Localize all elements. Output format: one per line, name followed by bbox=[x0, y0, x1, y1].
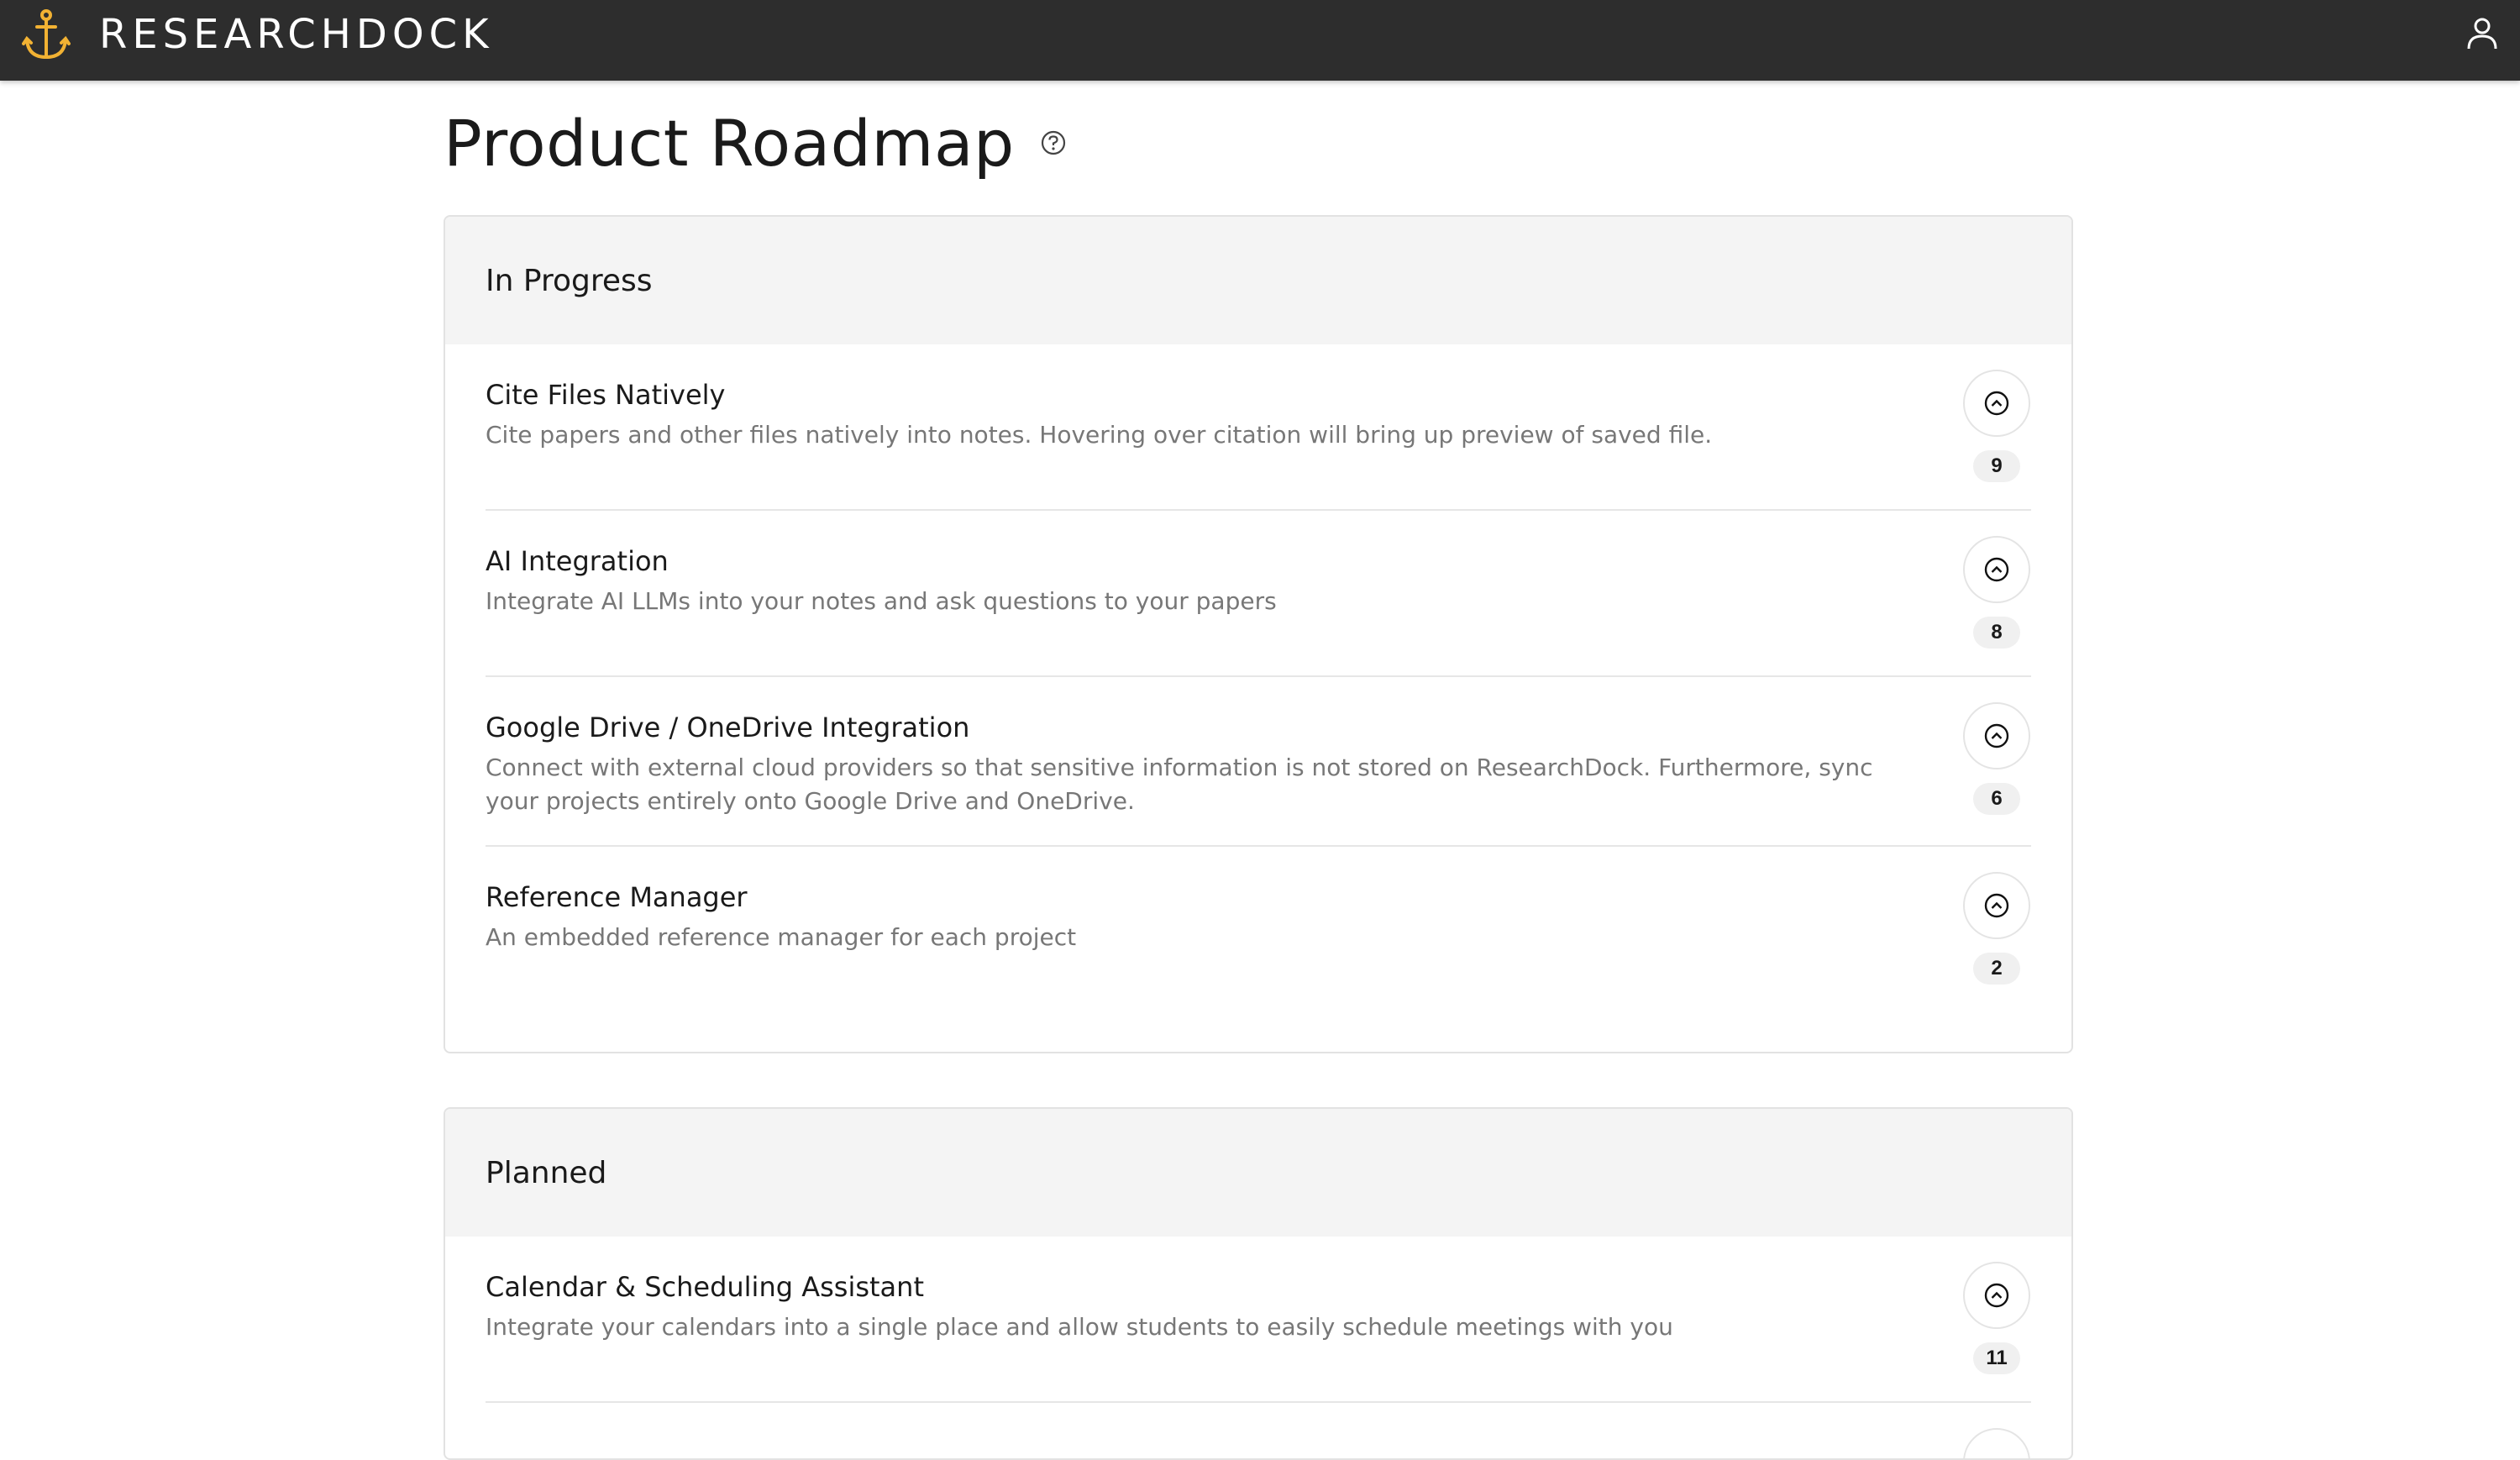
roadmap-item: Calendar & Scheduling Assistant Integrat… bbox=[486, 1237, 2031, 1403]
roadmap-list: Cite Files Natively Cite papers and othe… bbox=[445, 344, 2071, 1052]
roadmap-item: Reference Manager An embedded reference … bbox=[486, 847, 2031, 1052]
brand-name[interactable]: RESEARCHDOCK bbox=[99, 8, 494, 60]
vote-count: 2 bbox=[1973, 953, 2020, 985]
item-title: Cite Files Natively bbox=[486, 379, 726, 411]
section-in-progress: In Progress Cite Files Natively Cite pap… bbox=[444, 215, 2073, 1053]
upvote-button[interactable] bbox=[1963, 1262, 2030, 1329]
question-circle-icon[interactable] bbox=[1040, 129, 1067, 156]
page-title: Product Roadmap bbox=[444, 105, 1015, 181]
upvote-button[interactable] bbox=[1963, 872, 2030, 939]
chevron-up-circle-icon bbox=[1984, 723, 2009, 748]
roadmap-item: Google Drive / OneDrive Integration Conn… bbox=[486, 677, 2031, 847]
item-description: Connect with external cloud providers so… bbox=[486, 754, 1873, 815]
item-title: Google Drive / OneDrive Integration bbox=[486, 712, 970, 743]
section-planned: Planned Calendar & Scheduling Assistant … bbox=[444, 1107, 2073, 1460]
vote-count: 8 bbox=[1973, 617, 2020, 649]
upvote-button[interactable] bbox=[1963, 370, 2030, 437]
section-title: Planned bbox=[486, 1155, 607, 1190]
upvote-button[interactable] bbox=[1963, 702, 2030, 769]
vote-count: 6 bbox=[1973, 783, 2020, 815]
vote-widget: 6 bbox=[1962, 702, 2031, 815]
roadmap-item bbox=[486, 1403, 2031, 1458]
section-title: In Progress bbox=[486, 263, 653, 298]
chevron-up-circle-icon bbox=[1984, 1283, 2009, 1308]
user-icon[interactable] bbox=[2465, 15, 2500, 50]
top-navbar: RESEARCHDOCK bbox=[0, 0, 2520, 81]
chevron-up-circle-icon bbox=[1984, 557, 2009, 582]
vote-widget: 11 bbox=[1962, 1262, 2031, 1374]
vote-count: 11 bbox=[1973, 1342, 2020, 1374]
roadmap-list: Calendar & Scheduling Assistant Integrat… bbox=[445, 1237, 2071, 1458]
item-description: An embedded reference manager for each p… bbox=[486, 923, 1077, 951]
item-description: Integrate your calendars into a single p… bbox=[486, 1313, 1673, 1341]
item-title: Reference Manager bbox=[486, 881, 748, 913]
section-header: Planned bbox=[445, 1109, 2071, 1237]
upvote-button[interactable] bbox=[1963, 536, 2030, 603]
roadmap-item: AI Integration Integrate AI LLMs into yo… bbox=[486, 511, 2031, 677]
vote-count: 9 bbox=[1973, 450, 2020, 482]
chevron-up-circle-icon bbox=[1984, 391, 2009, 416]
vote-widget: 9 bbox=[1962, 370, 2031, 482]
vote-widget: 2 bbox=[1962, 872, 2031, 985]
item-title: AI Integration bbox=[486, 545, 669, 577]
chevron-up-circle-icon bbox=[1984, 893, 2009, 918]
item-title: Calendar & Scheduling Assistant bbox=[486, 1271, 924, 1303]
anchor-icon[interactable] bbox=[22, 8, 71, 60]
item-description: Integrate AI LLMs into your notes and as… bbox=[486, 587, 1277, 615]
item-description: Cite papers and other files natively int… bbox=[486, 421, 1713, 449]
page-title-row: Product Roadmap bbox=[444, 101, 1067, 185]
section-header: In Progress bbox=[445, 217, 2071, 344]
vote-widget: 8 bbox=[1962, 536, 2031, 649]
roadmap-item: Cite Files Natively Cite papers and othe… bbox=[486, 344, 2031, 511]
